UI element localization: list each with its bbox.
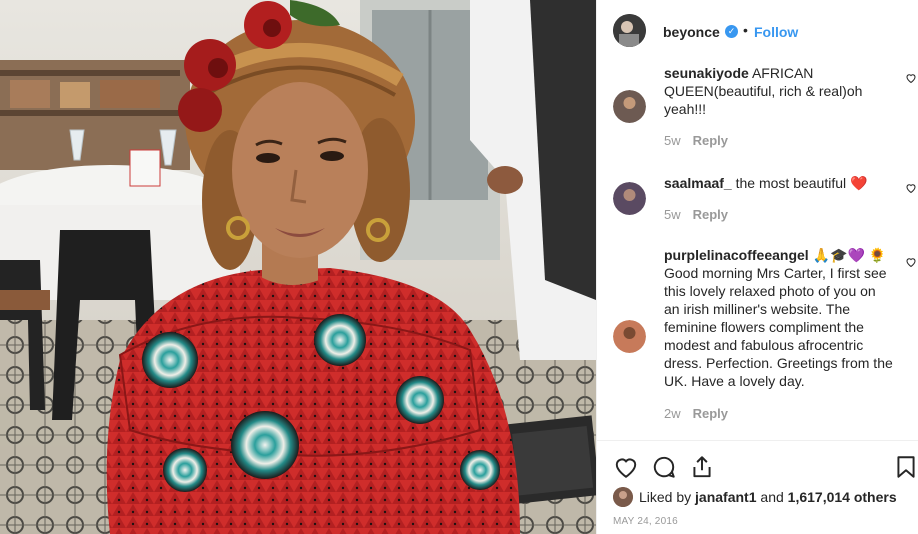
likes-prefix: Liked by — [639, 489, 692, 505]
post-photo[interactable] — [0, 0, 596, 534]
likes-summary: Liked by janafant1 and 1,617,014 others — [613, 486, 897, 508]
comment-body: purplelinacoffeeangel 🙏🎓💜 🌻 Good morning… — [664, 246, 894, 390]
reply-button[interactable]: Reply — [693, 406, 728, 421]
comments-list[interactable]: seunakiyode AFRICAN QUEEN(beautiful, ric… — [597, 60, 918, 440]
reply-button[interactable]: Reply — [693, 133, 728, 148]
comment-avatar[interactable] — [613, 182, 646, 215]
like-comment-heart-icon[interactable] — [905, 182, 917, 194]
like-comment-heart-icon[interactable] — [905, 72, 917, 84]
header-separator: • — [743, 22, 748, 38]
post-side-panel: beyonce ✓ • Follow seunakiyode AFRICAN Q… — [596, 0, 918, 534]
comment-meta: 5w Reply — [664, 207, 728, 222]
actions-divider — [597, 440, 918, 441]
comment-username[interactable]: seunakiyode — [664, 65, 749, 81]
comment-time: 2w — [664, 406, 681, 421]
reply-button[interactable]: Reply — [693, 207, 728, 222]
comment-time: 5w — [664, 133, 681, 148]
comment-text: the most beautiful ❤️ — [731, 175, 868, 191]
comment-time: 5w — [664, 207, 681, 222]
follow-button[interactable]: Follow — [754, 24, 798, 40]
comment-body: seunakiyode AFRICAN QUEEN(beautiful, ric… — [664, 64, 894, 118]
author-username[interactable]: beyonce — [663, 24, 720, 40]
photo-illustration — [0, 0, 596, 534]
post-date[interactable]: MAY 24, 2016 — [613, 516, 678, 527]
comment-avatar[interactable] — [613, 90, 646, 123]
post-actions — [597, 448, 918, 484]
comment-body: saalmaaf_ the most beautiful ❤️ — [664, 174, 894, 192]
liker-username[interactable]: janafant1 — [695, 489, 756, 505]
comment-icon[interactable] — [651, 454, 677, 480]
like-comment-heart-icon[interactable] — [905, 256, 917, 268]
likes-middle: and — [760, 489, 784, 505]
comment-meta: 5w Reply — [664, 133, 728, 148]
comment-text: 🙏🎓💜 🌻 Good morning Mrs Carter, I first s… — [664, 247, 893, 389]
verified-badge-icon: ✓ — [725, 25, 738, 38]
post-header: beyonce ✓ • Follow — [597, 0, 918, 60]
bookmark-icon[interactable] — [893, 454, 918, 480]
likes-count[interactable]: 1,617,014 others — [788, 489, 897, 505]
share-icon[interactable] — [689, 454, 715, 480]
comment-avatar[interactable] — [613, 320, 646, 353]
comment-username[interactable]: saalmaaf_ — [664, 175, 732, 191]
liker-avatar[interactable] — [613, 487, 633, 507]
author-avatar[interactable] — [613, 14, 646, 47]
comment-meta: 2w Reply — [664, 406, 728, 421]
heart-icon[interactable] — [613, 454, 639, 480]
comment-username[interactable]: purplelinacoffeeangel — [664, 247, 809, 263]
